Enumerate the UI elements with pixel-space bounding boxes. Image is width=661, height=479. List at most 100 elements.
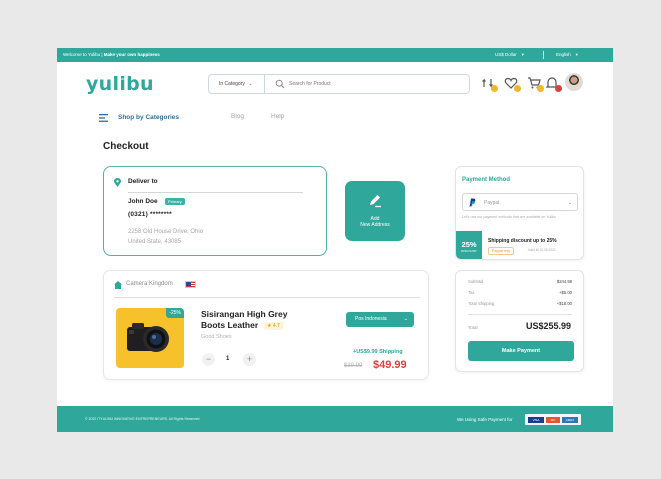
recipient-phone: (0321) ******** (128, 211, 172, 218)
camera-image (127, 323, 169, 352)
bell-icon[interactable] (545, 76, 562, 92)
tagline: Make your own happiness (103, 52, 160, 57)
notification-badge (491, 85, 498, 92)
amex-card-icon: AMEX (562, 417, 578, 423)
payment-note: Let's use our payment methods that are a… (462, 215, 557, 219)
copyright-text: © 2022 ITYULIBU INNOVATIVE ENTREPRENEURS… (85, 417, 200, 421)
summary-row: Subtotal $244.99 (468, 279, 572, 284)
page-frame: Welcome to Yulibu | Make your own happin… (57, 48, 613, 432)
new-address-label: New Address (360, 222, 390, 228)
cart-item-card: Camera Kingdom -25% Sisirangan High Grey… (103, 270, 429, 380)
order-summary-card: Subtotal $244.99 Tax +$5.00 Total Shippi… (455, 270, 584, 372)
discount-label: DISCOUNT (461, 249, 477, 253)
summary-label: Tax (468, 290, 475, 295)
chevron-down-icon: ▼ (574, 52, 579, 57)
product-rating: ★ 4.7 (264, 322, 283, 330)
divider (468, 314, 572, 315)
logo[interactable]: yulibu (86, 73, 154, 95)
edit-pen-icon (370, 195, 381, 208)
add-new-address-label: Add New Address (345, 216, 405, 228)
summary-row: Tax +$5.00 (468, 290, 572, 295)
nav-link-help[interactable]: Help (271, 113, 284, 120)
welcome-text: Welcome to Yulibu | Make your own happin… (63, 52, 160, 57)
product-image[interactable]: -25% (116, 308, 184, 368)
payment-cards: VISA MC AMEX (525, 414, 581, 425)
page-title: Checkout (103, 141, 149, 152)
menu-icon[interactable] (99, 114, 108, 122)
divider (543, 51, 544, 59)
safe-payment-text: We Using Safe Payment for (457, 417, 513, 422)
nav-link-blog[interactable]: Blog (231, 113, 244, 120)
quantity-value: 1 (226, 356, 230, 362)
notification-badge (555, 85, 562, 92)
payment-method-select[interactable]: Paypal ⌄ (462, 193, 578, 211)
summary-label: Subtotal (468, 279, 484, 284)
discount-badge: 25% DISCOUNT (456, 231, 482, 259)
avatar[interactable] (565, 73, 583, 91)
payment-method-card: Payment Method Paypal ⌄ Let's use our pa… (455, 166, 584, 260)
summary-row: Total Shipping +$18.00 (468, 301, 572, 306)
product-price: $49.99 (373, 359, 407, 371)
product-category: Good Shoes (201, 334, 232, 340)
us-flag-icon (185, 281, 196, 288)
discount-valid-date: Valid till 20.08.2022 (528, 248, 556, 252)
compare-icon[interactable] (481, 76, 498, 92)
discount-text: Shipping discount up to 25% (488, 238, 557, 244)
search-input[interactable] (289, 78, 459, 90)
shop-by-categories[interactable]: Shop by Categories (118, 114, 179, 121)
summary-value: +$18.00 (556, 301, 572, 306)
quantity-decrease-button[interactable]: − (202, 353, 215, 366)
mastercard-icon: MC (546, 417, 560, 423)
currency-label: US$ Dollar (495, 52, 517, 57)
payment-method-title: Payment Method (462, 177, 511, 183)
footer: © 2022 ITYULIBU INNOVATIVE ENTREPRENEURS… (57, 406, 613, 432)
currency-select[interactable]: US$ Dollar ▼ (495, 52, 525, 57)
shipping-option-label: Pos Indonesia (355, 316, 387, 322)
chevron-down-icon: ▼ (520, 52, 525, 57)
language-select[interactable]: English ▼ (556, 52, 579, 57)
shipping-option-select[interactable]: Pos Indonesia ⌄ (346, 312, 414, 327)
primary-badge: Primary (165, 198, 185, 205)
paypal-only-chip: Paypal only (488, 247, 515, 255)
discount-tag: -25% (166, 308, 184, 318)
welcome-label: Welcome to Yulibu | (63, 52, 103, 57)
shop-name[interactable]: Camera Kingdom (126, 281, 173, 287)
original-price: $39.99 (344, 363, 363, 369)
summary-value: +$5.00 (559, 290, 572, 295)
visa-card-icon: VISA (528, 417, 544, 423)
language-label: English (556, 52, 571, 57)
address-line-2: United State, 43085 (128, 239, 182, 245)
heart-icon[interactable] (504, 76, 521, 92)
divider (114, 297, 420, 298)
category-select[interactable]: In Category ⌄ (209, 75, 265, 93)
cart-icon[interactable] (527, 76, 544, 92)
category-select-label: In Category (219, 81, 245, 87)
discount-percent: 25% (461, 240, 477, 249)
product-name[interactable]: Sisirangan High Grey Boots Leather (201, 309, 311, 331)
notification-badge (537, 85, 544, 92)
recipient-address: 2258 Old House Drive, Ohio United State,… (128, 227, 248, 247)
search-icon (275, 79, 285, 89)
summary-label: Total Shipping (468, 301, 495, 306)
paypal-icon (469, 198, 476, 207)
notification-badge (514, 85, 521, 92)
top-bar: Welcome to Yulibu | Make your own happin… (57, 48, 613, 62)
store-icon (114, 281, 122, 289)
total-label: Total (468, 325, 478, 330)
total-value: US$255.99 (525, 321, 571, 331)
location-pin-icon (114, 178, 121, 187)
add-new-address-button[interactable]: Add New Address (345, 181, 405, 241)
address-line-1: 2258 Old House Drive, Ohio (128, 229, 204, 235)
shipping-fee: +US$9.99 Shipping (353, 349, 403, 355)
chevron-down-icon: ⌄ (403, 316, 408, 322)
quantity-increase-button[interactable]: + (243, 353, 256, 366)
delivery-address-card[interactable]: Deliver to John Doe Primary (0321) *****… (103, 166, 327, 256)
make-payment-button[interactable]: Make Payment (468, 341, 574, 361)
summary-value: $244.99 (556, 279, 572, 284)
payment-method-value: Paypal (484, 200, 500, 206)
search-bar: In Category ⌄ (208, 74, 470, 94)
chevron-down-icon: ⌄ (248, 81, 253, 86)
chevron-down-icon: ⌄ (567, 200, 572, 206)
deliver-to-title: Deliver to (128, 178, 158, 185)
divider (128, 192, 303, 193)
